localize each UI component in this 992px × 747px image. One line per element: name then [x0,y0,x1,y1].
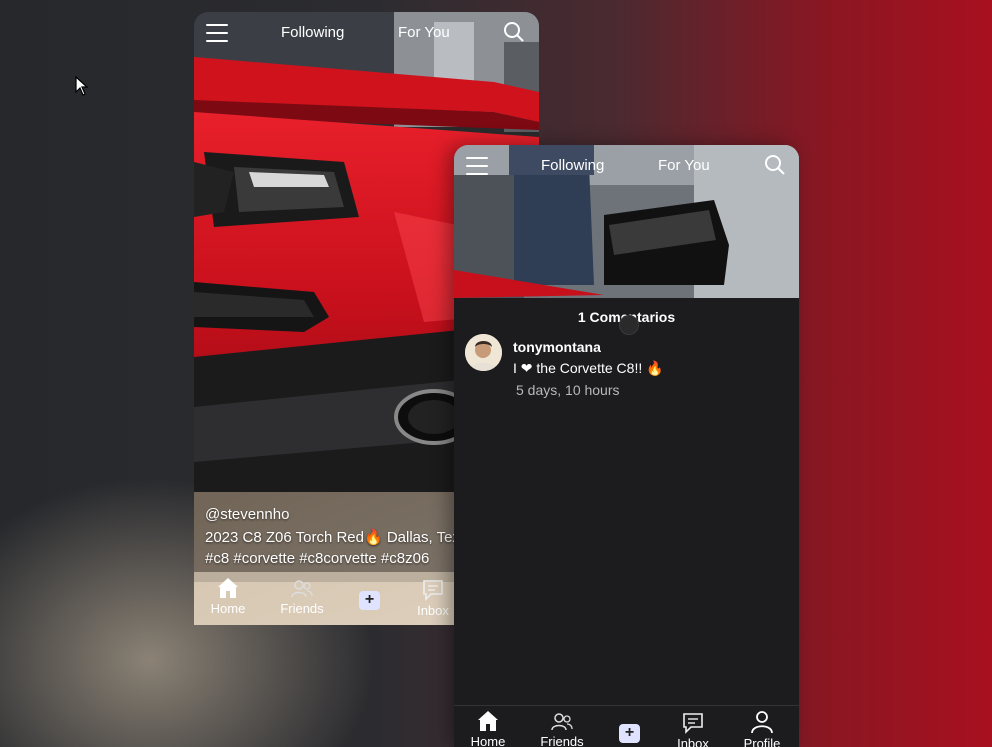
nav-home[interactable]: Home [208,577,248,616]
nav-friends[interactable]: Friends [538,712,586,747]
tab-following[interactable]: Following [281,24,344,41]
comment-text: I ❤ the Corvette C8!! 🔥 [513,360,664,376]
home-icon [218,578,238,598]
comment-timestamp: 5 days, 10 hours [516,382,620,398]
nav-friends-label: Friends [280,601,324,616]
inbox-icon [423,580,443,601]
nav-inbox[interactable]: Inbox [413,579,453,618]
tab-following[interactable]: Following [541,157,604,174]
loading-spinner-icon [619,315,639,335]
nav-home-label: Home [470,734,506,747]
feed-header: Following For You [194,12,539,56]
nav-profile-label: Profile [743,736,781,747]
nav-friends[interactable]: Friends [278,579,326,616]
mouse-cursor-icon [75,76,89,96]
comments-phone: Following For You 1 Comentarios tonymont… [454,145,799,747]
profile-icon [751,711,773,734]
search-icon[interactable] [764,154,786,176]
friends-icon [551,713,573,731]
nav-inbox-label: Inbox [417,603,449,618]
search-icon[interactable] [503,21,525,43]
video-hashtags[interactable]: #c8 #corvette #c8corvette #c8z06 [205,550,429,567]
nav-home-label: Home [210,601,246,616]
nav-inbox-label: Inbox [677,736,709,747]
hamburger-menu-icon[interactable] [466,157,488,175]
nav-home[interactable]: Home [468,710,508,747]
nav-inbox[interactable]: Inbox [673,712,713,747]
hamburger-menu-icon[interactable] [206,24,228,42]
video-description: 2023 C8 Z06 Torch Red🔥 Dallas, Tex [205,529,460,546]
bottom-navbar: Home Friends + Inbox Profile [454,705,799,747]
comment-username[interactable]: tonymontana [513,339,601,355]
home-icon [478,711,498,731]
avatar[interactable] [465,334,502,371]
user-avatar-icon [465,334,502,371]
tab-for-you[interactable]: For You [398,24,450,41]
feed-header: Following For You [454,145,799,189]
create-post-button[interactable]: + [619,724,640,743]
video-author[interactable]: @stevennho [205,506,289,523]
create-post-button[interactable]: + [359,591,380,610]
nav-profile[interactable]: Profile [740,710,784,747]
friends-icon [291,580,313,598]
inbox-icon [683,713,703,734]
tab-for-you[interactable]: For You [658,157,710,174]
nav-friends-label: Friends [540,734,584,747]
